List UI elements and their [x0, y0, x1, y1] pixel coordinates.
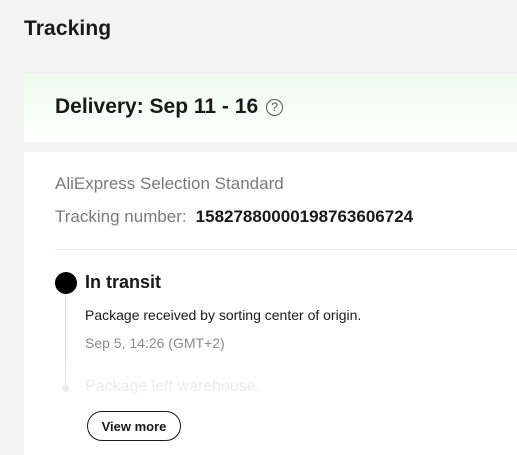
tracking-number-label: Tracking number:	[55, 207, 187, 226]
timeline-current-dot	[55, 272, 77, 294]
page-title: Tracking	[24, 17, 112, 40]
timeline-line	[65, 294, 66, 387]
delivery-estimate-label: Delivery: Sep 11 - 16	[55, 95, 259, 118]
tracking-page: Tracking Delivery: Sep 11 - 16 ? AliExpr…	[0, 0, 517, 455]
question-circle-icon[interactable]: ?	[266, 98, 284, 116]
delivery-estimate-card: Delivery: Sep 11 - 16 ?	[24, 74, 517, 142]
tracking-number-value: 15827880000198763606724	[195, 207, 414, 226]
delivery-estimate: Delivery: Sep 11 - 16 ?	[55, 95, 284, 119]
shipment-status: In transit	[85, 272, 162, 292]
timeline-event-faded: Package left warehouse.	[85, 378, 261, 395]
tracking-number-row: Tracking number: 15827880000198763606724	[55, 207, 413, 227]
divider	[55, 249, 517, 250]
timeline-event-description: Package received by sorting center of or…	[85, 307, 362, 323]
tracking-details-card: AliExpress Selection Standard Tracking n…	[24, 152, 517, 455]
timeline-past-dot	[62, 385, 69, 392]
timeline-event-time: Sep 5, 14:26 (GMT+2)	[85, 335, 225, 351]
view-more-button[interactable]: View more	[87, 411, 181, 441]
shipping-carrier: AliExpress Selection Standard	[55, 174, 284, 193]
